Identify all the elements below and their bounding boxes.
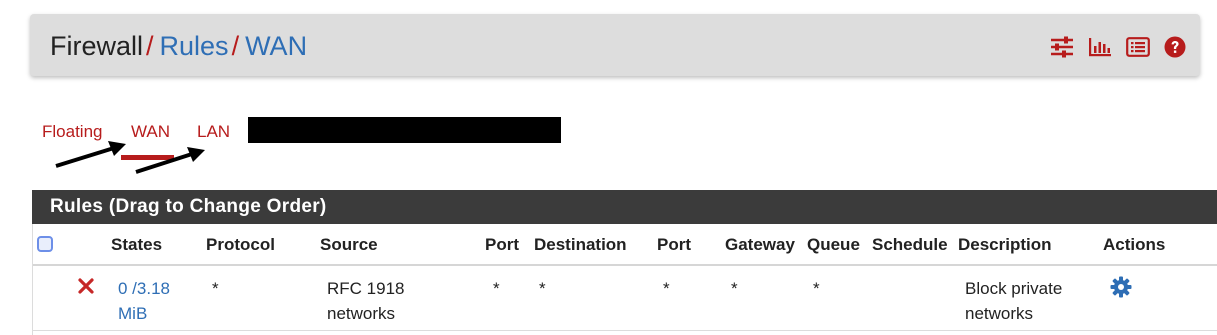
header-icon-group (1050, 34, 1186, 60)
breadcrumb-wan-link[interactable]: WAN (245, 31, 307, 61)
column-header-destination: Destination (534, 235, 627, 254)
protocol-cell: * (212, 279, 219, 298)
annotation-arrow-icon (55, 141, 126, 168)
states-link[interactable]: 0 /3.18 MiB (118, 276, 170, 326)
column-header-source-port: Port (485, 235, 519, 254)
description-line2: networks (965, 304, 1034, 323)
annotation-arrow-icon (135, 147, 205, 174)
column-header-queue: Queue (807, 235, 860, 254)
table-row[interactable]: 0 /3.18 MiB * RFC 1918 networks * * * * … (33, 266, 1217, 332)
source-cell: RFC 1918 networks (327, 276, 404, 326)
breadcrumb-firewall: Firewall (50, 31, 144, 61)
states-value: 0 /3.18 (118, 279, 170, 298)
source-port-cell: * (493, 279, 500, 298)
list-icon[interactable] (1126, 37, 1150, 57)
rules-panel-title: Rules (Drag to Change Order) (32, 190, 1217, 224)
row-divider (33, 330, 1217, 331)
bar-chart-icon[interactable] (1088, 37, 1112, 57)
destination-cell: * (539, 279, 546, 298)
block-x-icon[interactable] (78, 278, 94, 299)
gear-icon[interactable] (1110, 276, 1132, 303)
column-header-states: States (111, 235, 163, 254)
tab-lan[interactable]: LAN (197, 122, 230, 142)
panel-title-text: Rules (Drag to Change Order) (50, 196, 327, 217)
column-header-destination-port: Port (657, 235, 691, 254)
redacted-block (248, 117, 561, 143)
source-line1: RFC 1918 (327, 279, 405, 298)
column-header-schedule: Schedule (872, 235, 948, 254)
column-header-gateway: Gateway (725, 235, 795, 254)
breadcrumb-rules-link[interactable]: Rules (160, 31, 229, 61)
queue-cell: * (813, 279, 820, 298)
breadcrumb: Firewall / Rules / WAN (50, 30, 307, 62)
select-all-checkbox[interactable] (37, 236, 53, 252)
breadcrumb-separator: / (231, 31, 240, 61)
gateway-cell: * (731, 279, 738, 298)
breadcrumb-separator: / (146, 31, 154, 61)
sliders-icon[interactable] (1050, 36, 1074, 58)
column-header-actions: Actions (1103, 235, 1166, 254)
tab-wan[interactable]: WAN (131, 122, 170, 142)
description-cell: Block private networks (965, 276, 1062, 326)
rules-table: States Protocol Source Port Destination … (32, 224, 1217, 335)
states-unit: MiB (118, 304, 148, 323)
column-header-protocol: Protocol (206, 235, 275, 254)
column-header-source: Source (320, 235, 378, 254)
source-line2: networks (327, 304, 396, 323)
destination-port-cell: * (663, 279, 670, 298)
column-header-description: Description (958, 235, 1052, 254)
page-header: Firewall / Rules / WAN (30, 14, 1200, 76)
description-line1: Block private (965, 279, 1063, 298)
help-icon[interactable] (1164, 36, 1186, 58)
